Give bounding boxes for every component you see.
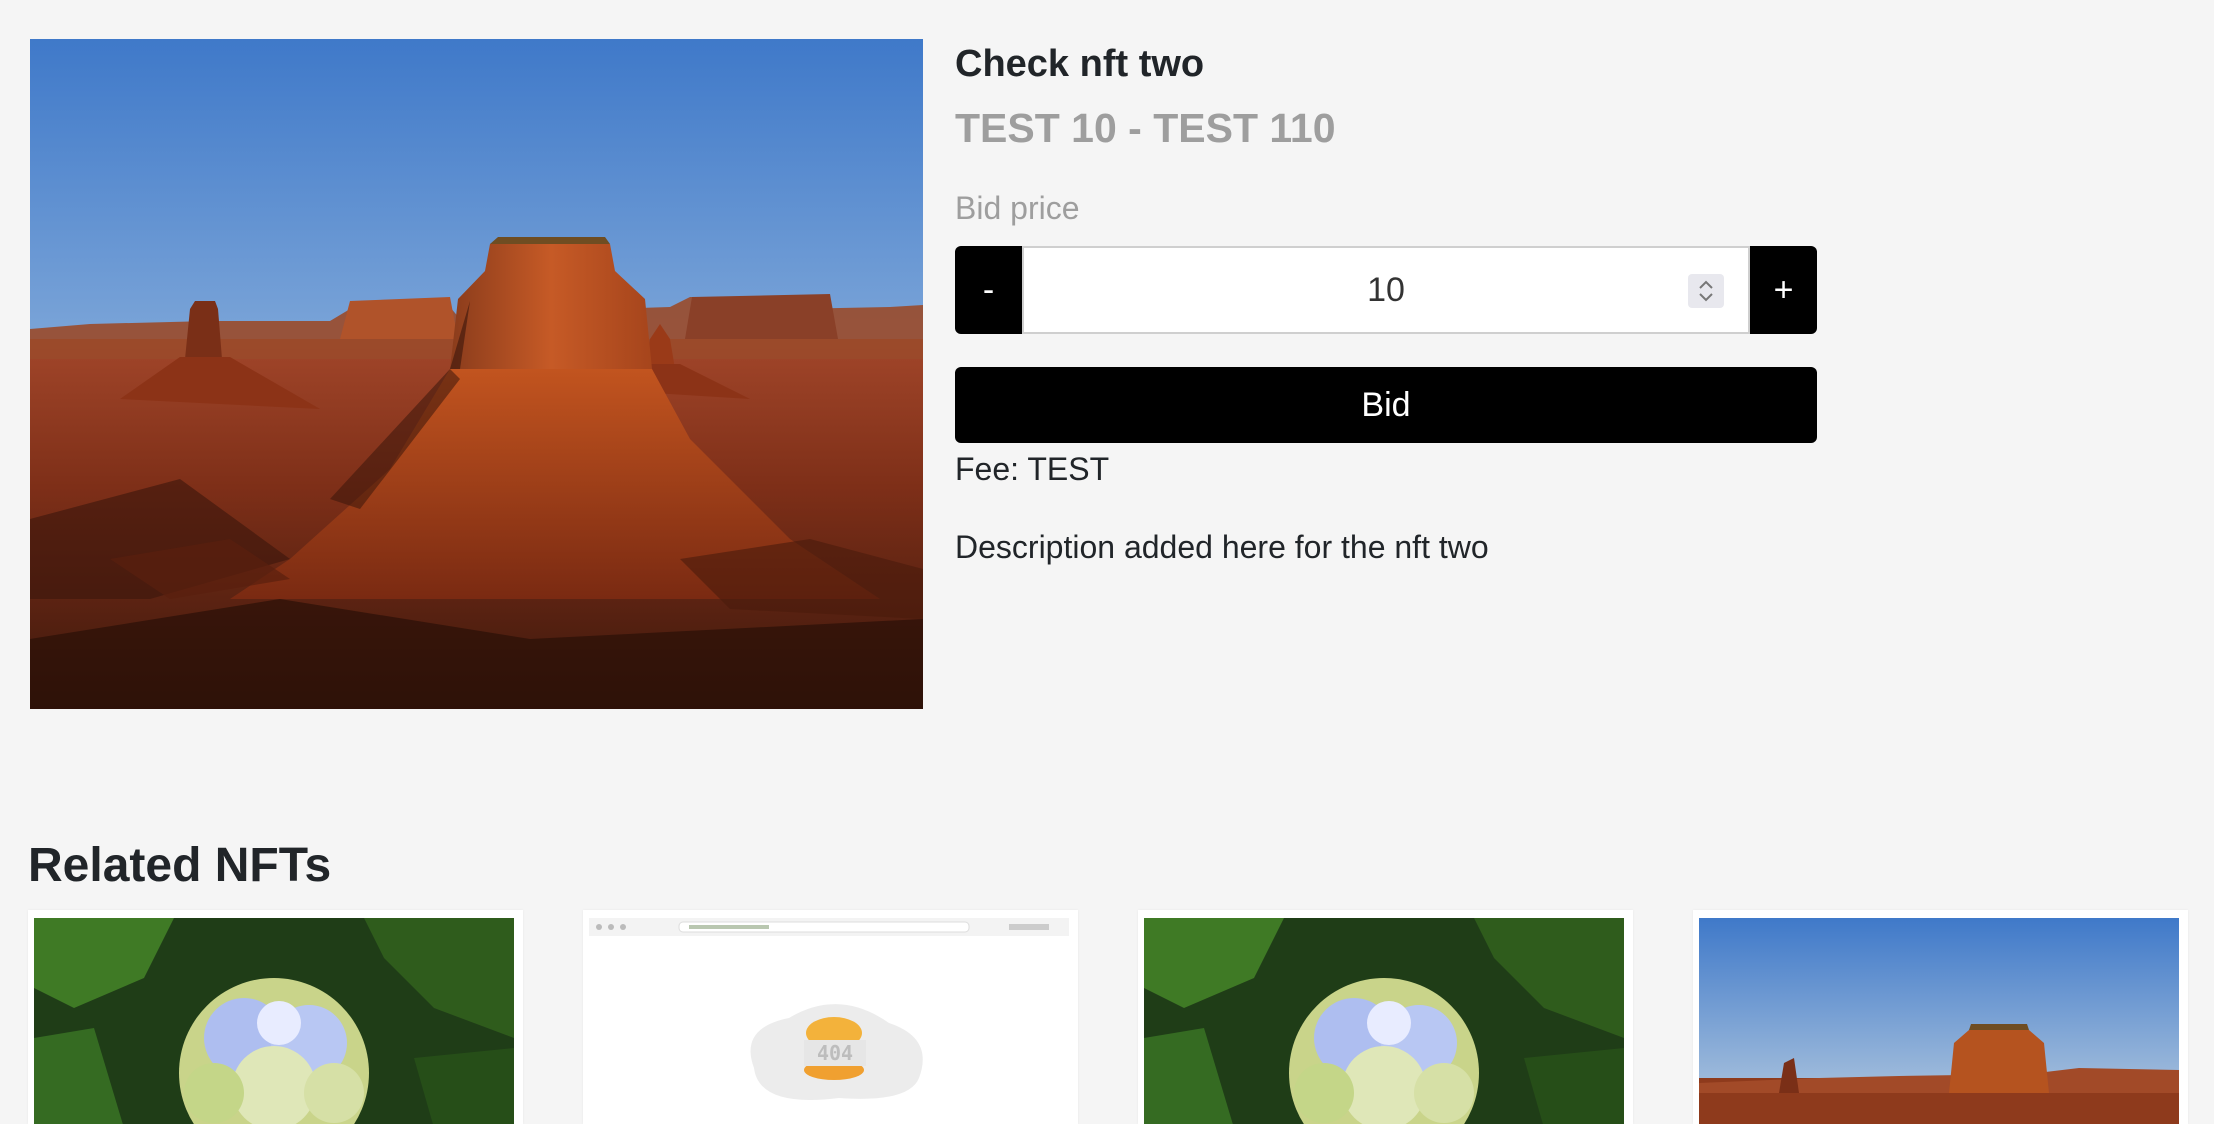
desert-butte-image — [30, 39, 923, 709]
fee-text: Fee: TEST — [955, 451, 1110, 487]
desert-butte-image — [1699, 918, 2179, 1124]
bid-price-input[interactable] — [1024, 247, 1748, 333]
related-nft-card[interactable] — [28, 910, 523, 1124]
bid-price-label: Bid price — [955, 190, 1080, 226]
related-nft-card[interactable] — [1693, 910, 2188, 1124]
bid-price-field — [1022, 246, 1750, 334]
bid-price-stepper: - + — [955, 246, 1817, 334]
decrement-button[interactable]: - — [955, 246, 1022, 334]
nft-title: Check nft two — [955, 43, 1205, 85]
spinner-arrows-icon[interactable] — [1688, 274, 1724, 308]
nft-main-image — [30, 39, 923, 709]
price-range: TEST 10 - TEST 110 — [955, 105, 1336, 151]
increment-button[interactable]: + — [1750, 246, 1817, 334]
related-nft-card[interactable] — [1138, 910, 1633, 1124]
svg-text:404: 404 — [817, 1041, 853, 1065]
related-nfts-heading: Related NFTs — [28, 839, 332, 892]
related-nft-card[interactable]: 404 — [583, 910, 1078, 1124]
hydrangea-flower-image — [1144, 918, 1624, 1124]
nft-description: Description added here for the nft two — [955, 529, 1489, 565]
bid-button[interactable]: Bid — [955, 367, 1817, 443]
404-error-screenshot-image: 404 — [589, 918, 1069, 1124]
hydrangea-flower-image — [34, 918, 514, 1124]
nft-details: Check nft two TEST 10 - TEST 110 Bid pri… — [955, 38, 1817, 569]
